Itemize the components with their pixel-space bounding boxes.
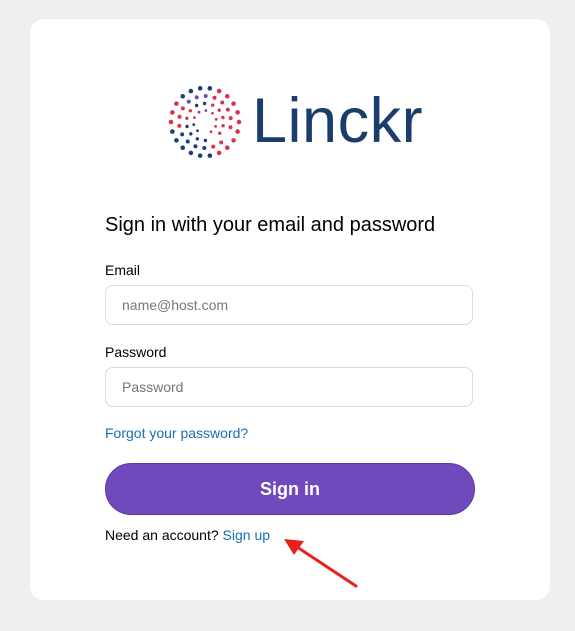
- logo-dot: [197, 110, 201, 114]
- password-input[interactable]: [105, 367, 473, 407]
- logo-dot: [189, 132, 193, 136]
- logo-dot: [202, 145, 207, 150]
- logo-dot: [228, 116, 233, 121]
- logo-dot: [185, 139, 190, 144]
- logo-dot: [188, 109, 192, 113]
- signin-heading: Sign in with your email and password: [105, 214, 436, 236]
- logo-dot: [203, 94, 208, 99]
- signin-button[interactable]: Sign in: [105, 463, 475, 515]
- logo-dot: [170, 110, 175, 115]
- logo-dot: [235, 129, 240, 134]
- logo-dot: [192, 116, 196, 119]
- logo-dot: [228, 125, 233, 130]
- logo-dot: [207, 153, 213, 158]
- signup-link[interactable]: Sign up: [223, 527, 270, 543]
- login-card: Linckr Sign in with your email and passw…: [30, 19, 550, 600]
- logo-dot: [207, 86, 213, 91]
- logo-dot: [185, 124, 189, 129]
- signup-prompt-row: Need an account? Sign up: [105, 527, 270, 543]
- login-page: Linckr Sign in with your email and passw…: [0, 0, 575, 631]
- logo-dot: [214, 125, 218, 128]
- logo-dot: [210, 103, 215, 107]
- email-label: Email: [105, 262, 141, 278]
- logo-dot: [188, 150, 194, 156]
- logo-dot: [212, 95, 217, 100]
- logo-dot: [224, 94, 230, 99]
- logo-dot: [194, 103, 199, 108]
- logo-dot: [219, 140, 224, 145]
- signup-prompt-text: Need an account?: [105, 527, 219, 543]
- logo-dot: [204, 109, 208, 112]
- email-input[interactable]: [105, 285, 473, 325]
- logo-dot: [211, 111, 214, 115]
- logo-dot: [177, 114, 182, 119]
- logo-dot: [209, 130, 213, 134]
- password-label: Password: [105, 344, 167, 360]
- brand-wordmark: Linckr: [252, 86, 424, 156]
- logo-dot: [194, 95, 199, 100]
- red-arrow-icon: [284, 539, 358, 588]
- forgot-password-link[interactable]: Forgot your password?: [105, 425, 248, 441]
- logo-dot: [195, 137, 200, 141]
- logo-dot: [211, 144, 216, 149]
- logo-dot: [188, 88, 194, 94]
- brand-logo: Linckr: [168, 81, 423, 163]
- logo-dot: [192, 123, 196, 127]
- logo-dot: [236, 119, 242, 125]
- logo-dot: [180, 145, 186, 150]
- logo-dot: [186, 99, 191, 104]
- logo-dot: [221, 124, 225, 128]
- logo-dot: [221, 115, 225, 120]
- logo-dot: [202, 101, 207, 106]
- logo-dot: [170, 129, 175, 134]
- logo-dot: [235, 110, 240, 115]
- logo-dot: [193, 144, 198, 149]
- logo-dot: [214, 117, 218, 121]
- logo-dot: [231, 101, 236, 106]
- logo-dot: [216, 150, 222, 156]
- logo-dot: [180, 106, 185, 111]
- logo-dot: [185, 116, 189, 120]
- logo-dot: [220, 100, 225, 105]
- spiral-dots-logo-icon: [168, 86, 242, 158]
- logo-dot: [224, 145, 230, 150]
- logo-dot: [197, 86, 203, 91]
- logo-dot: [196, 129, 199, 133]
- logo-dot: [216, 88, 222, 94]
- logo-dot: [203, 138, 208, 143]
- logo-dot: [218, 131, 222, 135]
- logo-dot: [180, 132, 185, 137]
- logo-dot: [177, 123, 182, 128]
- logo-dot: [197, 153, 203, 158]
- logo-dot: [225, 107, 230, 112]
- logo-dot: [180, 94, 186, 99]
- logo-dot: [231, 138, 236, 143]
- logo-dot: [174, 138, 179, 143]
- logo-dot: [217, 108, 221, 112]
- logo-dot: [168, 119, 174, 125]
- logo-dot: [174, 101, 179, 106]
